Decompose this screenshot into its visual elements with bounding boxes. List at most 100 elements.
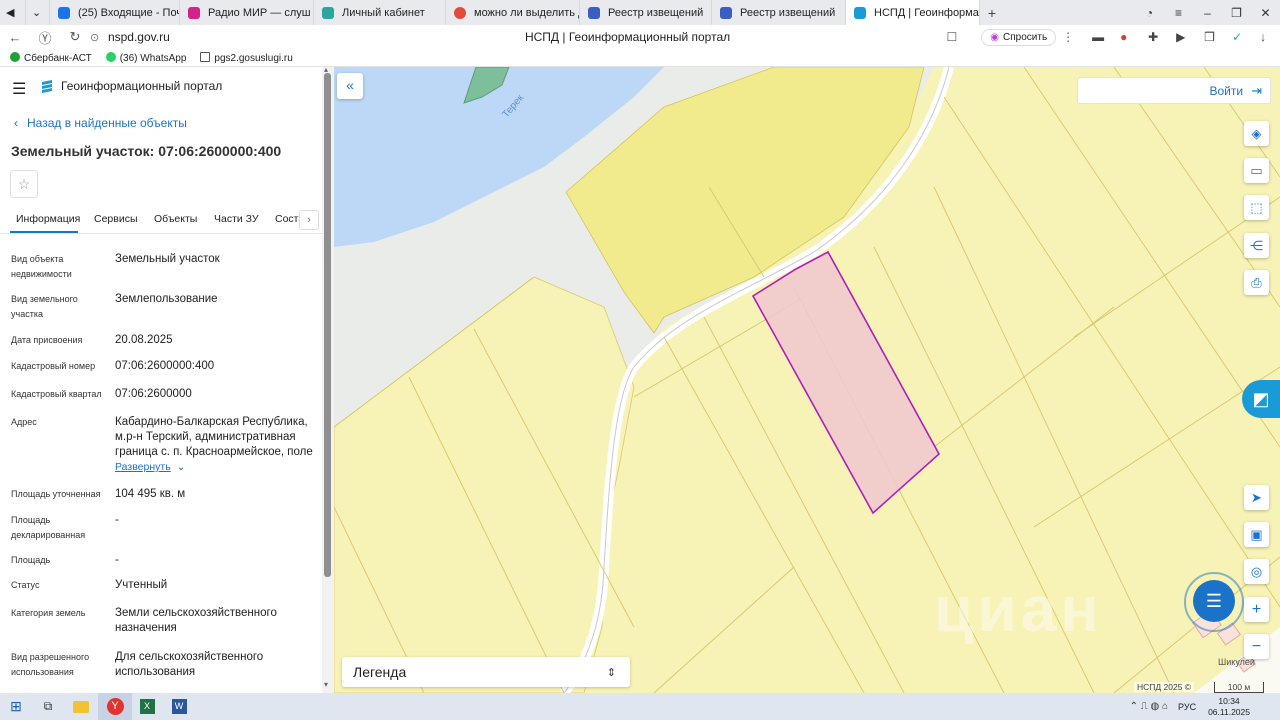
- registry-icon: [588, 6, 600, 19]
- menu-icon[interactable]: ≡: [1164, 6, 1193, 20]
- property-label: Вид объекта недвижимости: [11, 254, 72, 279]
- login-button[interactable]: Войти ⇥: [1077, 77, 1271, 104]
- property-label: Площадь уточненная: [11, 489, 101, 499]
- navigate-icon[interactable]: ➤: [1244, 485, 1269, 510]
- zoom-out-icon[interactable]: −: [1244, 634, 1269, 659]
- page-title: НСПД | Геоинформационный портал: [524, 30, 731, 44]
- browser-tab[interactable]: Реестр извещений: [712, 0, 846, 25]
- property-value: Учтенный: [115, 579, 168, 591]
- property-label: Дата присвоения: [11, 335, 83, 345]
- new-tab-icon[interactable]: +: [980, 5, 1004, 21]
- profile-icon[interactable]: ◔: [1135, 6, 1164, 20]
- area-select-icon[interactable]: ⬚: [1244, 195, 1269, 220]
- expand-arrows-icon: ⇕: [606, 666, 616, 679]
- excel-icon[interactable]: X: [132, 693, 162, 720]
- map-view[interactable]: Терек циан Шикулей « Войти ⇥ Легенда ⇕ НСП…: [334, 67, 1280, 693]
- tray-icons[interactable]: ⌃ ⎍ ◍ ⌂: [1130, 701, 1168, 712]
- tab-objects[interactable]: Объекты: [154, 213, 197, 225]
- back-link[interactable]: ‹ Назад в найденные объекты: [14, 116, 187, 130]
- portal-logo-icon: [40, 79, 54, 93]
- chevron-left-icon: ‹: [14, 116, 18, 130]
- legend-panel[interactable]: Легенда ⇕: [342, 657, 630, 687]
- reader-icon[interactable]: ▬: [1092, 30, 1120, 44]
- login-icon: ⇥: [1251, 82, 1262, 98]
- word-icon[interactable]: W: [162, 693, 196, 720]
- browser-tab[interactable]: (25) Входящие - Почта М: [50, 0, 180, 25]
- url-field[interactable]: nspd.gov.ru: [108, 30, 438, 44]
- locate-icon[interactable]: ◎: [1244, 559, 1269, 584]
- portal-title: Геоинформационный портал: [61, 79, 223, 93]
- windows-taskbar: ⊞ ⧉ Y X W ⌃ ⎍ ◍ ⌂ РУС 10:34 06.11.2025: [0, 693, 1280, 720]
- close-window-icon[interactable]: ✕: [1251, 6, 1280, 20]
- tabs-dropdown-icon[interactable]: ⌄: [26, 0, 50, 25]
- windows-start-icon[interactable]: ⊞: [0, 698, 32, 715]
- browser-tab-active[interactable]: НСПД | Геоинформаци✕: [846, 0, 980, 25]
- audio-icon[interactable]: ◀: [0, 0, 26, 25]
- chat-bubble-icon[interactable]: ☰: [1193, 580, 1235, 622]
- sidebar-scrollbar-thumb[interactable]: [324, 73, 331, 577]
- download-icon[interactable]: ↓: [1260, 30, 1280, 44]
- browser-tab[interactable]: можно ли выделить доле: [446, 0, 580, 25]
- scale-bar: 100 м: [1214, 682, 1264, 693]
- bookmark-item[interactable]: (36) WhatsApp: [105, 51, 186, 64]
- tab-information[interactable]: Информация: [16, 213, 80, 225]
- more-icon[interactable]: ⋮: [1062, 30, 1074, 44]
- back-icon[interactable]: ←: [0, 30, 30, 45]
- minimize-icon[interactable]: –: [1193, 6, 1222, 20]
- tabs-scroll-right-icon[interactable]: ›: [299, 210, 319, 230]
- collections-icon[interactable]: ❒: [1204, 30, 1232, 44]
- favorite-star-icon[interactable]: ☆: [10, 170, 38, 198]
- property-label: Площадь декларированная: [11, 515, 86, 540]
- bookmarks-bar: Сбербанк-АСТ (36) WhatsApp pgs2.gosuslug…: [0, 49, 1280, 67]
- ruler-icon[interactable]: ▭: [1244, 158, 1269, 183]
- property-value: -: [115, 554, 119, 566]
- share-icon[interactable]: ⋲: [1244, 233, 1269, 258]
- layers-icon[interactable]: ◈: [1244, 121, 1269, 146]
- mail-icon: [58, 6, 70, 19]
- info-tabs: Информация Сервисы Объекты Части ЗУ Сост…: [0, 206, 324, 234]
- object-title: Земельный участок: 07:06:2600000:400: [11, 143, 282, 159]
- property-label: Кадастровый номер: [11, 361, 96, 371]
- clock[interactable]: 10:34 06.11.2025: [1208, 696, 1250, 718]
- property-value: Землепользование: [115, 293, 218, 305]
- collapse-sidebar-button[interactable]: «: [337, 73, 363, 99]
- property-label: Вид земельного участка: [11, 294, 78, 319]
- registry-icon: [720, 6, 732, 19]
- ask-button[interactable]: ◉ Спросить: [981, 28, 1057, 46]
- property-value: 20.08.2025: [115, 334, 173, 346]
- bookmark-icon[interactable]: ☐: [817, 30, 958, 44]
- browser-tab[interactable]: Реестр извещений: [580, 0, 712, 25]
- yandex-logo-icon[interactable]: Ⓨ: [30, 28, 60, 47]
- restore-icon[interactable]: ❐: [1222, 6, 1251, 20]
- property-value: Кабардино-Балкарская Республика, м.р-н Т…: [115, 416, 313, 458]
- map-canvas[interactable]: [334, 67, 1280, 693]
- scroll-up-icon[interactable]: ▴: [324, 67, 328, 74]
- play-icon[interactable]: ▶: [1176, 30, 1204, 44]
- extension-icon[interactable]: ●: [1120, 30, 1148, 44]
- sync-icon[interactable]: ✓: [1232, 30, 1260, 44]
- hamburger-menu-icon[interactable]: ☰: [12, 79, 26, 99]
- print-icon[interactable]: ⎙: [1244, 270, 1269, 295]
- bookmark-item[interactable]: pgs2.gosuslugi.ru: [200, 51, 293, 64]
- language-indicator[interactable]: РУС: [1178, 702, 1196, 712]
- window-controls: ◔ ≡ – ❐ ✕: [1135, 6, 1280, 20]
- yandex-browser-icon[interactable]: Y: [98, 693, 132, 720]
- site-info-icon[interactable]: ⊙: [90, 31, 108, 44]
- expand-link[interactable]: Развернуть ⌄: [115, 461, 185, 473]
- scroll-down-icon[interactable]: ▾: [324, 680, 328, 689]
- tab-services[interactable]: Сервисы: [94, 213, 138, 225]
- sber-icon: [10, 51, 20, 62]
- watermark: циан: [934, 573, 1103, 645]
- browser-tab[interactable]: Личный кабинет: [314, 0, 446, 25]
- reload-icon[interactable]: ↻: [60, 29, 90, 45]
- feedback-icon[interactable]: ◩: [1242, 380, 1280, 418]
- minimap-icon[interactable]: ▣: [1244, 522, 1269, 547]
- bookmark-item[interactable]: Сбербанк-АСТ: [10, 51, 92, 64]
- zoom-in-icon[interactable]: +: [1244, 597, 1269, 622]
- puzzle-icon[interactable]: ✚: [1148, 30, 1176, 44]
- tab-parts[interactable]: Части ЗУ: [214, 213, 259, 225]
- browser-tab[interactable]: Радио МИР — слуш: [180, 0, 314, 25]
- task-view-icon[interactable]: ⧉: [32, 699, 64, 714]
- cabinet-icon: [322, 6, 334, 19]
- file-explorer-icon[interactable]: [64, 693, 98, 720]
